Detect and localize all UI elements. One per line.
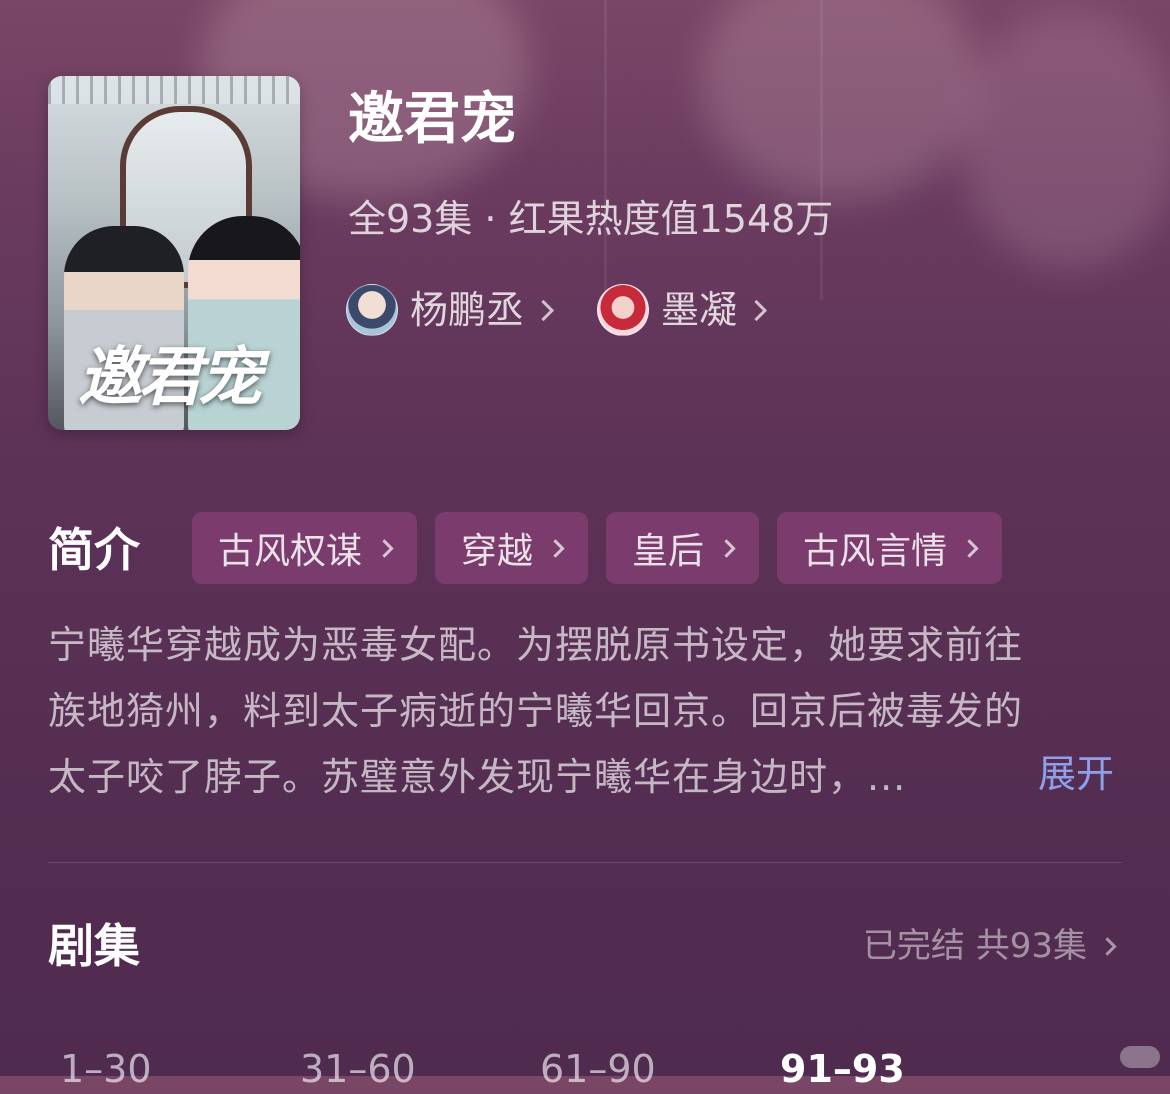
episodes-heading: 剧集 [48,919,140,973]
chevron-right-icon [375,538,394,558]
intro-heading: 简介 [48,523,140,577]
cast-item-moning[interactable]: 墨凝 [597,284,768,336]
episodes-status-link[interactable]: 已完结 共93集 [862,922,1117,970]
range-tab-91-93[interactable]: 91–93 [780,1044,1020,1094]
tag-chuanyue[interactable]: 穿越 [435,512,589,584]
show-poster[interactable]: 邀君宠 [48,76,300,430]
show-meta: 全93集 · 红果热度值1548万 [348,197,834,241]
watermark-badge [1120,1046,1160,1068]
chevron-right-icon [745,299,768,321]
section-divider [48,862,1122,863]
synopsis-line: 太子咬了脖子。苏璧意外发现宁曦华在身边时，... [48,755,907,799]
synopsis-line: 族地猗州，料到太子病逝的宁曦华回京。回京后被毒发的 [48,689,1024,733]
tag-label: 穿越 [461,531,534,572]
tag-gufeng-quanmou[interactable]: 古风权谋 [192,512,418,584]
tag-label: 皇后 [632,531,705,572]
cast-name: 墨凝 [661,288,738,332]
poster-title-art: 邀君宠 [78,340,262,415]
synopsis-line: 宁曦华穿越成为恶毒女配。为摆脱原书设定，她要求前往 [48,623,1024,667]
chevron-right-icon [960,538,979,558]
background-strip [820,0,823,300]
episode-range-tabs: 1–30 31–60 61–90 91–93 [60,1044,1020,1094]
range-tab-61-90[interactable]: 61–90 [540,1044,780,1094]
cast-item-yangpengcheng[interactable]: 杨鹏丞 [346,284,555,336]
tag-label: 古风权谋 [218,531,363,572]
background-strip [604,0,607,300]
show-title: 邀君宠 [348,87,516,152]
cast-row: 杨鹏丞 墨凝 [346,284,810,336]
synopsis-text[interactable]: 宁曦华穿越成为恶毒女配。为摆脱原书设定，她要求前往 族地猗州，料到太子病逝的宁曦… [48,612,1128,810]
genre-tags: 古风权谋 穿越 皇后 古风言情 [192,512,1020,584]
range-tab-31-60[interactable]: 31–60 [300,1044,540,1094]
background-figure [700,0,980,200]
tag-label: 古风言情 [803,531,948,572]
tag-huanghou[interactable]: 皇后 [606,512,760,584]
avatar [346,284,398,336]
chevron-right-icon [546,538,565,558]
chevron-right-icon [717,538,736,558]
tag-gufeng-yanqing[interactable]: 古风言情 [777,512,1003,584]
episodes-status-text: 已完结 共93集 [862,926,1087,966]
expand-link[interactable]: 展开 [1038,744,1114,804]
cast-name: 杨鹏丞 [410,288,525,332]
chevron-right-icon [1098,936,1117,956]
poster-lattice [48,76,300,104]
range-tab-1-30[interactable]: 1–30 [60,1044,300,1094]
background-figure [960,10,1170,270]
chevron-right-icon [532,299,555,321]
avatar [597,284,650,336]
